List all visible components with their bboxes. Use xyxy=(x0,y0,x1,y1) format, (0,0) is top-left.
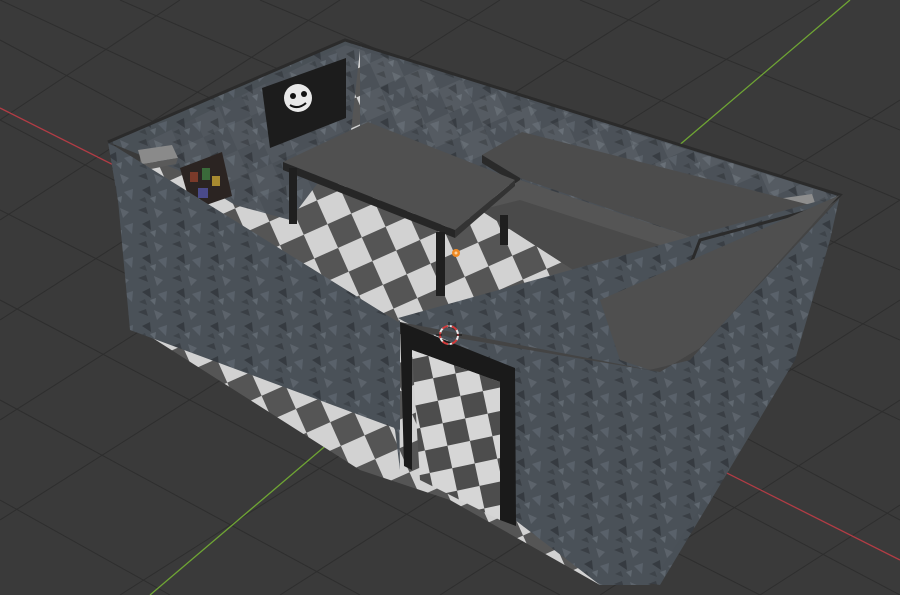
light-object[interactable] xyxy=(452,249,460,257)
viewport-canvas[interactable] xyxy=(0,0,900,595)
3d-viewport[interactable] xyxy=(0,0,900,595)
